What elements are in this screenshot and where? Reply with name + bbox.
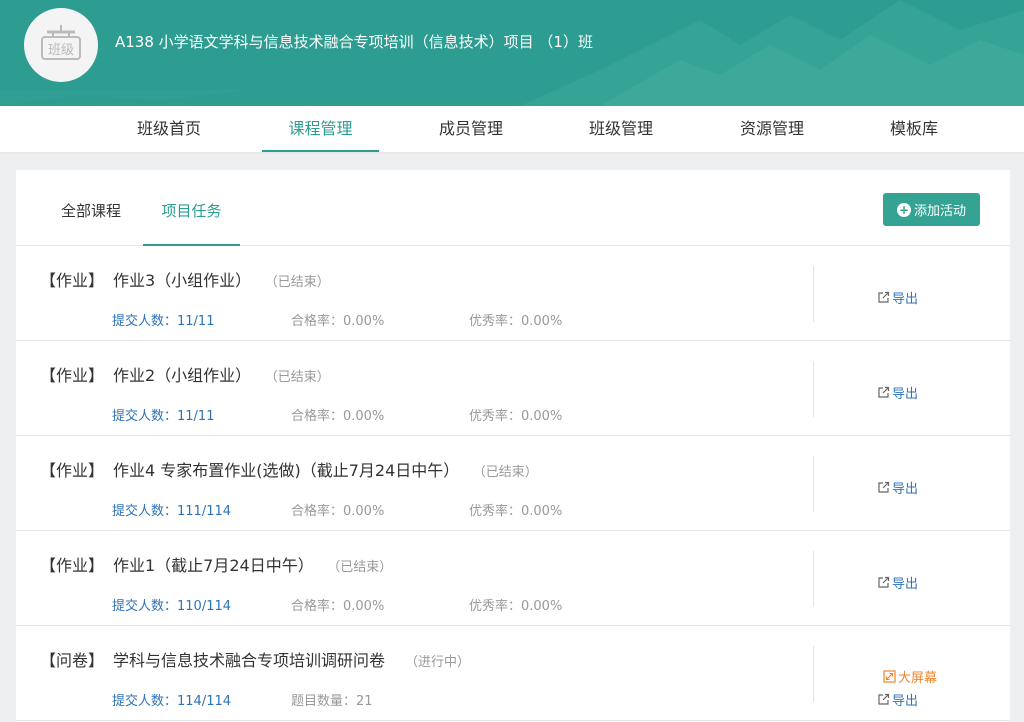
mountain-background <box>0 0 1024 106</box>
nav-item-resource-management[interactable]: 资源管理 <box>726 106 818 152</box>
big-screen-button[interactable]: 大屏幕 <box>883 667 937 686</box>
pass-rate: 合格率：0.00% <box>291 599 385 614</box>
nav-item-member-management[interactable]: 成员管理 <box>425 106 517 152</box>
export-label: 导出 <box>892 292 919 307</box>
class-sign-icon: 班级 <box>41 25 81 60</box>
task-name: 作业3（小组作业） <box>113 271 252 290</box>
course-tabs: 全部课程 项目任务 + 添加活动 <box>16 170 1010 246</box>
task-row: 【作业】 作业3（小组作业） （已结束） 提交人数：11/11 合格率：0.00%… <box>16 246 1010 341</box>
export-button[interactable]: 导出 <box>877 690 918 709</box>
task-type: 【作业】 <box>40 271 105 290</box>
task-row: 【作业】 作业2（小组作业） （已结束） 提交人数：11/11 合格率：0.00%… <box>16 341 1010 436</box>
divider <box>813 266 814 322</box>
task-title[interactable]: 作业3（小组作业） （已结束） <box>113 267 330 291</box>
course-panel: 全部课程 项目任务 + 添加活动 【作业】 作业3（小组作业） （已结束） 提交人… <box>16 170 1010 722</box>
main-nav: 班级首页 课程管理 成员管理 班级管理 资源管理 模板库 <box>0 106 1024 152</box>
nav-item-class-management[interactable]: 班级管理 <box>575 106 667 152</box>
export-button[interactable]: 导出 <box>877 573 918 592</box>
divider <box>813 456 814 512</box>
pass-rate: 合格率：0.00% <box>291 409 385 424</box>
export-button[interactable]: 导出 <box>877 478 918 497</box>
task-type: 【作业】 <box>40 366 105 385</box>
submission-count[interactable]: 提交人数：11/11 <box>112 310 214 329</box>
task-status: （已结束） <box>479 465 538 480</box>
class-header: 班级 A138 小学语文学科与信息技术融合专项培训（信息技术）项目 （1）班 <box>0 0 1024 106</box>
task-status: （已结束） <box>271 370 330 385</box>
excellent-rate: 优秀率：0.00% <box>469 599 563 614</box>
task-row: 【作业】 作业4 专家布置作业(选做)（截止7月24日中午） （已结束） 提交人数… <box>16 436 1010 531</box>
task-type: 【作业】 <box>40 461 105 480</box>
task-status: （进行中） <box>405 655 471 670</box>
nav-item-course-management[interactable]: 课程管理 <box>262 106 379 152</box>
export-button[interactable]: 导出 <box>877 383 918 402</box>
task-status: （已结束） <box>271 275 330 290</box>
nav-item-class-home[interactable]: 班级首页 <box>123 106 215 152</box>
question-count: 题目数量：21 <box>291 694 373 709</box>
task-title[interactable]: 作业1（截止7月24日中午） （已结束） <box>113 552 392 576</box>
tab-project-tasks[interactable]: 项目任务 <box>143 170 240 246</box>
class-title: A138 小学语文学科与信息技术融合专项培训（信息技术）项目 （1）班 <box>115 33 593 51</box>
task-title[interactable]: 学科与信息技术融合专项培训调研问卷 （进行中） <box>113 647 470 671</box>
excellent-rate: 优秀率：0.00% <box>469 504 563 519</box>
export-label: 导出 <box>892 694 919 709</box>
pass-rate: 合格率：0.00% <box>291 504 385 519</box>
submission-count[interactable]: 提交人数：11/11 <box>112 405 214 424</box>
task-row: 【问卷】 学科与信息技术融合专项培训调研问卷 （进行中） 提交人数：114/114… <box>16 626 1010 721</box>
external-link-icon <box>878 693 890 705</box>
class-logo: 班级 <box>24 8 98 82</box>
task-name: 作业2（小组作业） <box>113 366 252 385</box>
task-name: 作业1（截止7月24日中午） <box>113 556 314 575</box>
divider <box>813 646 814 702</box>
add-activity-button[interactable]: + 添加活动 <box>883 193 980 226</box>
excellent-rate: 优秀率：0.00% <box>469 409 563 424</box>
task-row: 【作业】 作业1（截止7月24日中午） （已结束） 提交人数：110/114 合格… <box>16 531 1010 626</box>
external-link-icon <box>878 576 890 588</box>
plus-circle-icon: + <box>896 202 911 217</box>
nav-item-template-library[interactable]: 模板库 <box>878 106 950 152</box>
task-title[interactable]: 作业4 专家布置作业(选做)（截止7月24日中午） （已结束） <box>113 457 538 481</box>
export-label: 导出 <box>892 482 919 497</box>
submission-count[interactable]: 提交人数：111/114 <box>112 500 231 519</box>
task-type: 【问卷】 <box>40 651 105 670</box>
task-name: 学科与信息技术融合专项培训调研问卷 <box>113 651 386 670</box>
export-label: 导出 <box>892 577 919 592</box>
big-screen-label: 大屏幕 <box>898 671 938 686</box>
task-name: 作业4 专家布置作业(选做)（截止7月24日中午） <box>113 461 460 480</box>
external-link-icon <box>878 481 890 493</box>
tab-all-courses[interactable]: 全部课程 <box>61 170 121 246</box>
submission-count[interactable]: 提交人数：110/114 <box>112 595 231 614</box>
submission-count[interactable]: 提交人数：114/114 <box>112 690 231 709</box>
external-link-icon <box>878 386 890 398</box>
export-button[interactable]: 导出 <box>877 288 918 307</box>
task-status: （已结束） <box>333 560 393 575</box>
export-label: 导出 <box>892 387 919 402</box>
pass-rate: 合格率：0.00% <box>291 314 385 329</box>
excellent-rate: 优秀率：0.00% <box>469 314 563 329</box>
fullscreen-icon <box>883 670 896 683</box>
divider <box>813 551 814 607</box>
add-activity-label: 添加活动 <box>913 204 966 219</box>
task-title[interactable]: 作业2（小组作业） （已结束） <box>113 362 330 386</box>
logo-text: 班级 <box>48 43 74 58</box>
task-type: 【作业】 <box>40 556 105 575</box>
external-link-icon <box>878 291 890 303</box>
divider <box>813 361 814 417</box>
